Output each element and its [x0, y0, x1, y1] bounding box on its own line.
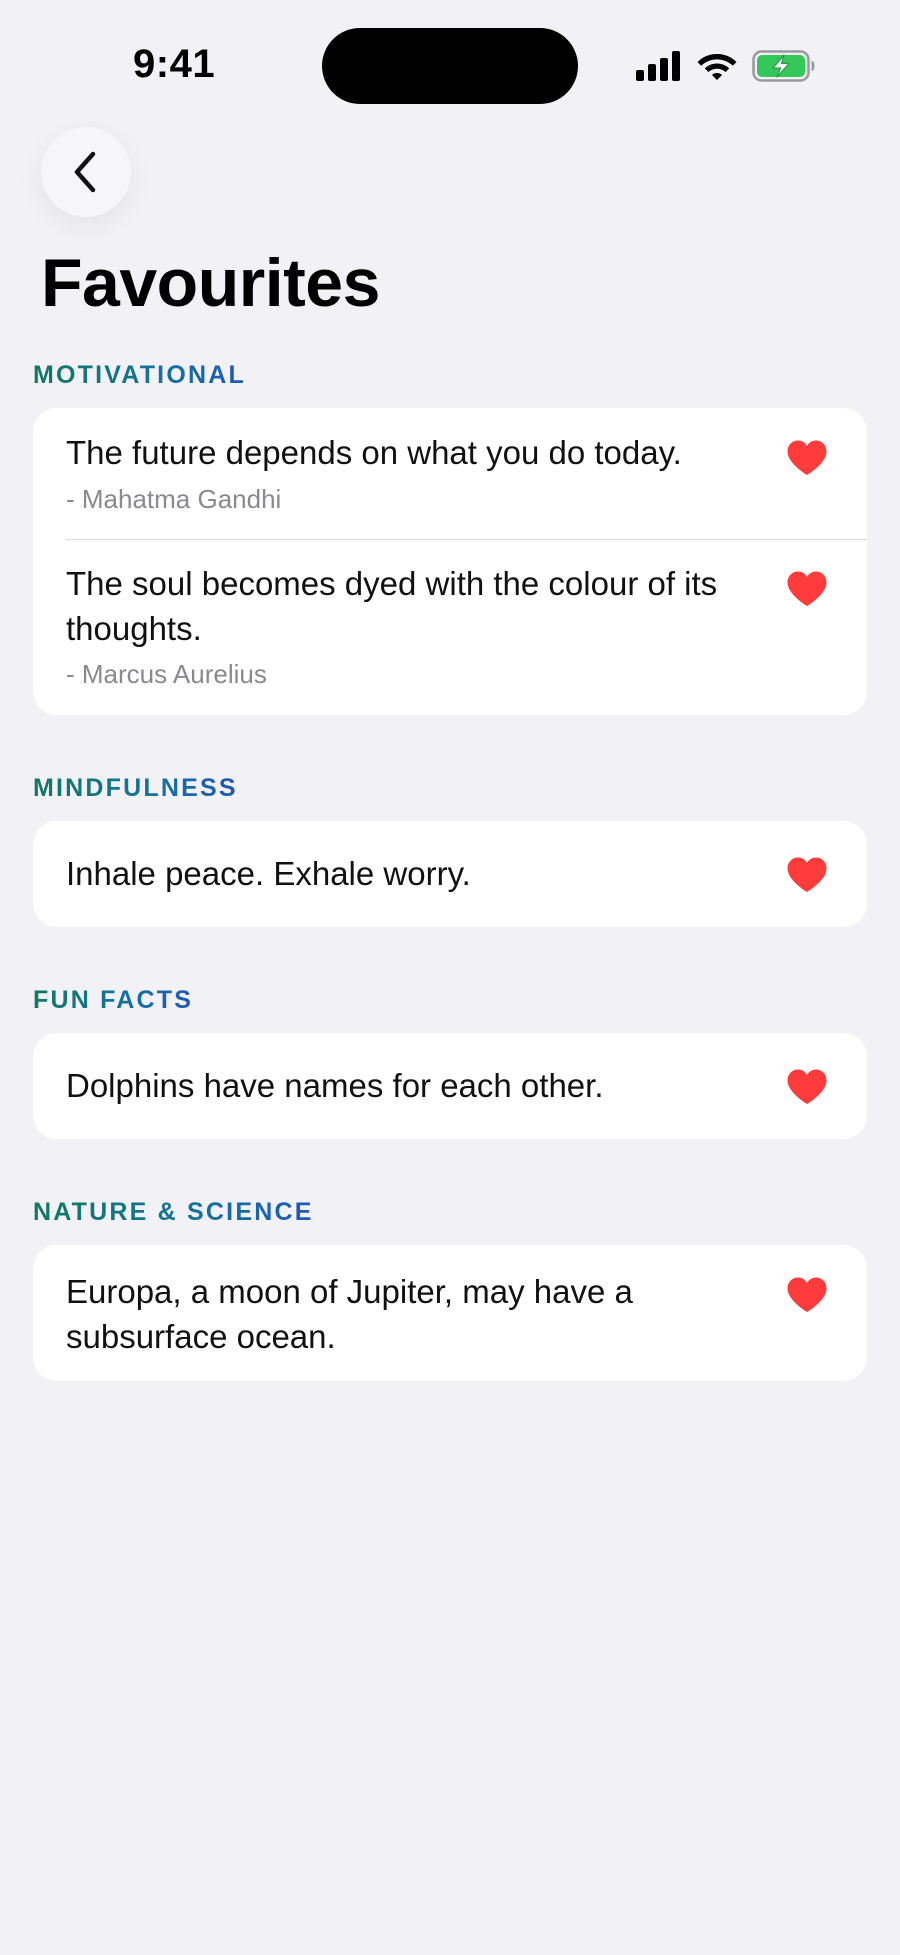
battery-charging-icon [752, 50, 815, 82]
wifi-icon [697, 54, 737, 80]
list-item[interactable]: Inhale peace. Exhale worry. [33, 821, 867, 927]
page-title: Favourites [41, 245, 380, 321]
list-item[interactable]: Dolphins have names for each other. [33, 1033, 867, 1139]
quote-author: - Marcus Aurelius [66, 659, 267, 689]
list-item[interactable]: The future depends on what you do today.… [33, 408, 867, 539]
back-button[interactable] [41, 127, 131, 217]
dynamic-island [322, 28, 578, 104]
heart-filled-icon [787, 857, 827, 892]
section-title-motivational: MOTIVATIONAL [33, 361, 246, 389]
list-item[interactable]: Europa, a moon of Jupiter, may have a su… [33, 1245, 867, 1381]
heart-filled-icon [787, 440, 827, 475]
section-title-mindfulness: MINDFULNESS [33, 774, 238, 802]
favourite-heart-button[interactable] [786, 439, 828, 477]
list-item[interactable]: The soul becomes dyed with the colour of… [33, 540, 867, 715]
status-time: 9:41 [133, 42, 216, 86]
heart-filled-icon [787, 1069, 827, 1104]
section-title-nature-science: NATURE & SCIENCE [33, 1198, 314, 1226]
section-card-fun-facts: Dolphins have names for each other. [33, 1033, 867, 1139]
cellular-signal-icon [636, 51, 680, 81]
section-card-mindfulness: Inhale peace. Exhale worry. [33, 821, 867, 927]
chevron-left-icon [74, 151, 96, 193]
quote-author: - Mahatma Gandhi [66, 484, 282, 514]
favourite-heart-button[interactable] [786, 1068, 828, 1106]
favourite-heart-button[interactable] [786, 856, 828, 894]
favourite-heart-button[interactable] [786, 1276, 828, 1314]
section-card-motivational: The future depends on what you do today.… [33, 408, 867, 715]
quote-text: The soul becomes dyed with the colour of… [66, 565, 718, 647]
favourites-screen: 9:41 Favourites MOTIVATIONAL The future … [0, 0, 900, 1955]
heart-filled-icon [787, 571, 827, 606]
section-card-nature-science: Europa, a moon of Jupiter, may have a su… [33, 1245, 867, 1381]
quote-text: Inhale peace. Exhale worry. [66, 855, 471, 892]
quote-text: Dolphins have names for each other. [66, 1067, 604, 1104]
quote-text: The future depends on what you do today. [66, 434, 682, 471]
section-title-fun-facts: FUN FACTS [33, 986, 194, 1014]
favourite-heart-button[interactable] [786, 570, 828, 608]
status-icons [636, 46, 816, 86]
heart-filled-icon [787, 1277, 827, 1312]
quote-text: Europa, a moon of Jupiter, may have a su… [66, 1273, 633, 1355]
status-bar: 9:41 [0, 0, 900, 130]
